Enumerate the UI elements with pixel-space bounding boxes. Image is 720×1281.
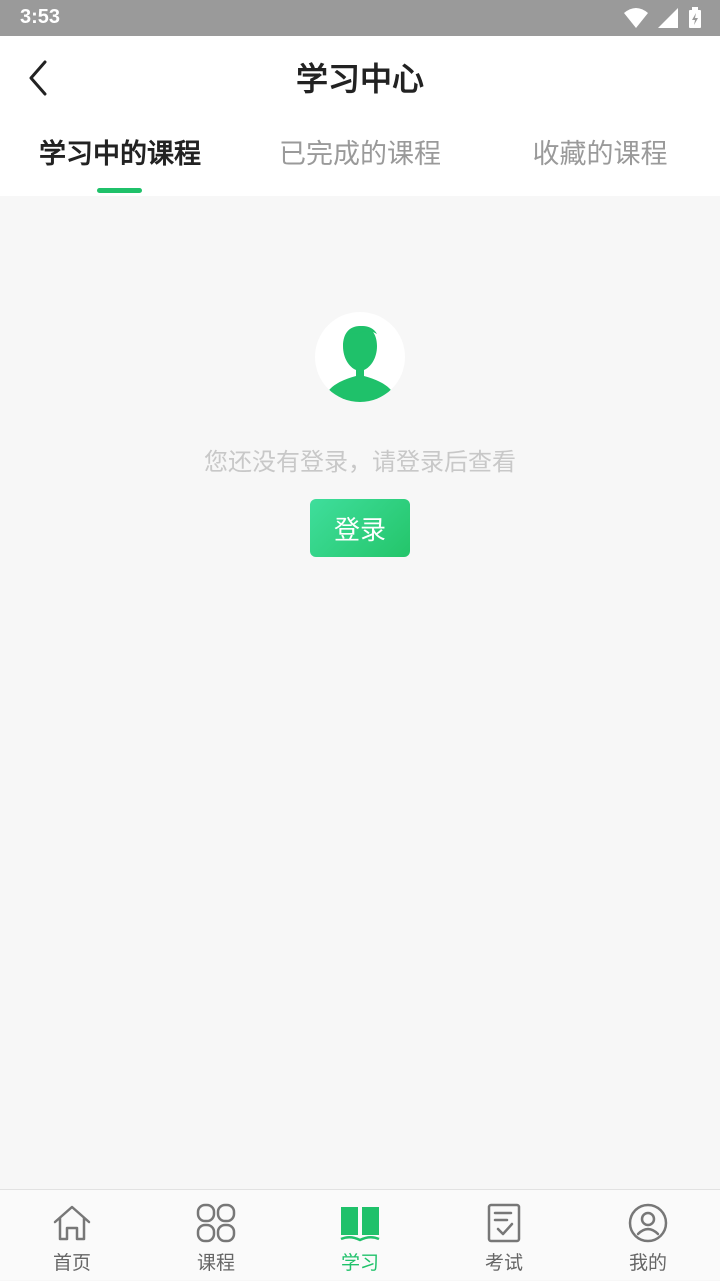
home-icon — [53, 1205, 91, 1241]
nav-item-home[interactable]: 首页 — [0, 1190, 144, 1281]
app-header: 学习中心 学习中的课程 已完成的课程 收藏的课程 — [0, 36, 720, 196]
tab-in-progress[interactable]: 学习中的课程 — [0, 132, 240, 171]
exam-icon — [487, 1203, 521, 1243]
active-tab-indicator — [97, 188, 142, 193]
nav-item-courses[interactable]: 课程 — [144, 1190, 288, 1281]
grid-icon — [196, 1203, 236, 1243]
nav-item-profile[interactable]: 我的 — [576, 1190, 720, 1281]
course-tabs: 学习中的课程 已完成的课程 收藏的课程 — [0, 132, 720, 196]
wifi-icon — [624, 8, 648, 28]
signal-icon — [658, 8, 678, 28]
nav-label-home: 首页 — [52, 1252, 91, 1274]
tab-completed[interactable]: 已完成的课程 — [240, 132, 480, 171]
nav-label-exam: 考试 — [484, 1252, 523, 1274]
tab-favorites[interactable]: 收藏的课程 — [480, 132, 720, 171]
login-button[interactable]: 登录 — [310, 499, 410, 557]
bottom-navigation: 首页 课程 学习 考试 我的 — [0, 1189, 720, 1280]
status-icons — [624, 6, 702, 30]
battery-icon — [689, 7, 701, 28]
nav-label-study: 学习 — [340, 1252, 379, 1274]
nav-label-courses: 课程 — [196, 1252, 235, 1274]
nav-label-profile: 我的 — [628, 1252, 667, 1274]
empty-state: 您还没有登录，请登录后查看 登录 — [0, 196, 720, 1186]
login-prompt-message: 您还没有登录，请登录后查看 — [204, 448, 516, 476]
user-silhouette-icon — [325, 325, 395, 402]
avatar — [315, 312, 405, 402]
profile-icon — [628, 1203, 668, 1243]
nav-item-exam[interactable]: 考试 — [432, 1190, 576, 1281]
book-icon — [340, 1207, 380, 1242]
status-time: 3:53 — [20, 6, 61, 28]
status-bar: 3:53 — [0, 0, 720, 36]
page-title: 学习中心 — [295, 60, 424, 98]
nav-item-study[interactable]: 学习 — [288, 1190, 432, 1281]
